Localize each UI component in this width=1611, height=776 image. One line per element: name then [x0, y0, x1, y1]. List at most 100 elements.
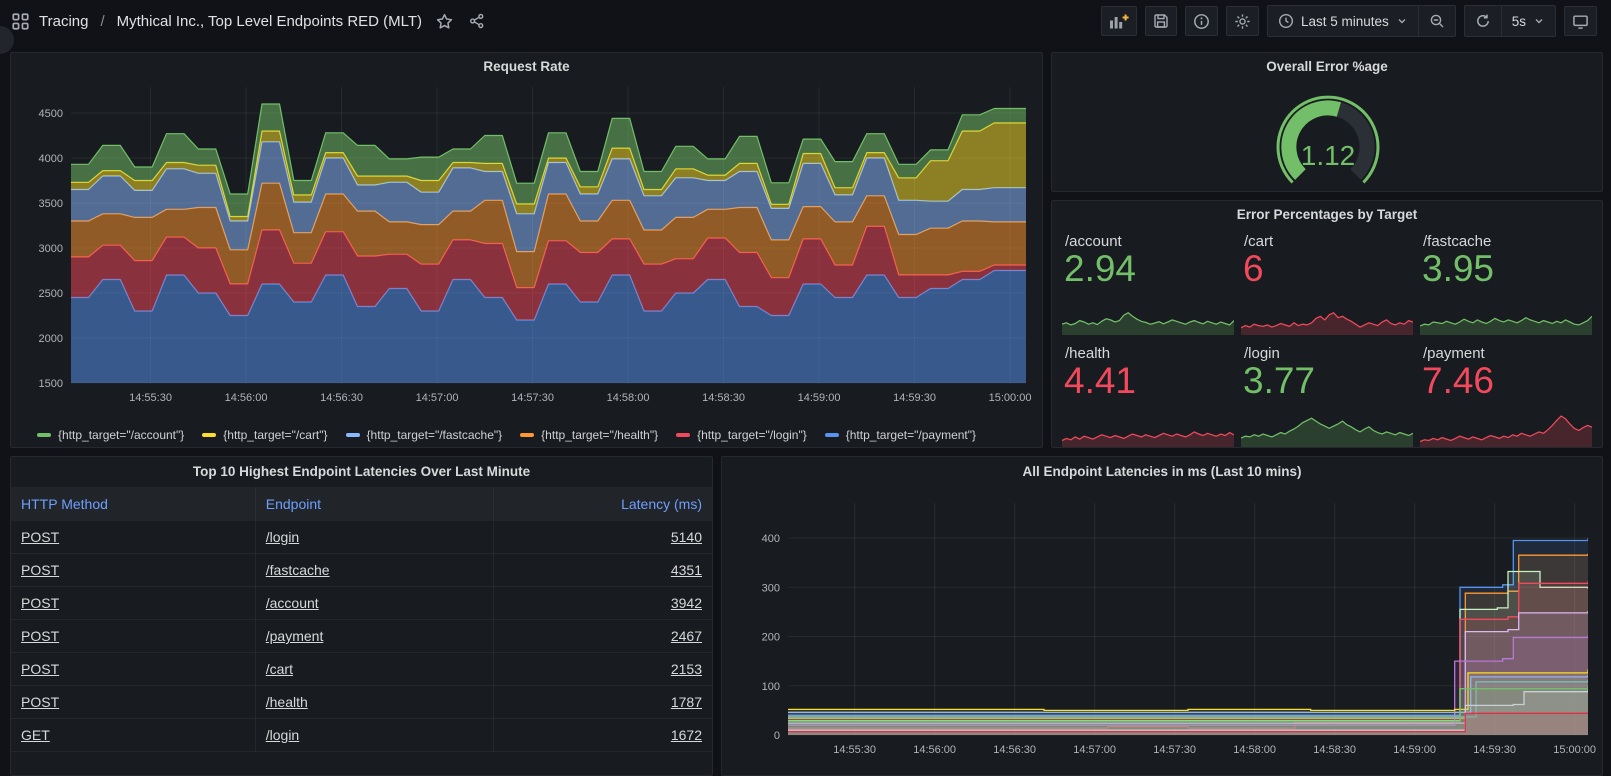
table-link[interactable]: /account [266, 595, 319, 611]
table-link[interactable]: 2467 [671, 628, 702, 644]
stat-account: /account2.94 [1062, 231, 1234, 335]
table-link[interactable]: POST [21, 529, 59, 545]
table-row: GET/login 1672 [11, 719, 712, 752]
latency-table: HTTP MethodEndpointLatency (ms) POST/log… [11, 487, 712, 752]
legend-label: {http_target="/fastcache"} [367, 428, 503, 442]
table-link[interactable]: /cart [266, 661, 293, 677]
table-link[interactable]: 5140 [671, 529, 702, 545]
table-link[interactable]: 3942 [671, 595, 702, 611]
add-panel-button[interactable] [1101, 6, 1137, 36]
legend-label: {http_target="/payment"} [846, 428, 976, 442]
zoom-out-icon [1429, 13, 1445, 29]
table-link[interactable]: 2153 [671, 661, 702, 677]
cell-method: GET [11, 719, 255, 752]
y-axis-tick: 4500 [39, 108, 63, 120]
error-gauge: 1.12 [1253, 85, 1403, 189]
stat-value: 7.46 [1422, 362, 1592, 400]
stat-fastcache: /fastcache3.95 [1420, 231, 1592, 335]
y-axis-tick: 100 [762, 681, 780, 693]
x-axis-tick: 14:55:30 [129, 392, 172, 404]
refresh-interval-picker[interactable]: 5s [1501, 6, 1555, 36]
table-link[interactable]: POST [21, 562, 59, 578]
column-header-latency-ms-[interactable]: Latency (ms) [494, 487, 713, 521]
legend-swatch [520, 433, 534, 437]
x-axis-tick: 14:59:00 [1393, 744, 1436, 756]
dashboard-insights-button[interactable] [1185, 6, 1218, 36]
cell-method: POST [11, 653, 255, 686]
table-link[interactable]: POST [21, 661, 59, 677]
add-panel-icon [1109, 13, 1129, 30]
clock-icon [1278, 13, 1294, 29]
table-link[interactable]: /payment [266, 628, 324, 644]
stat-sparkline [1062, 409, 1234, 447]
save-icon [1153, 13, 1169, 29]
panel-title[interactable]: All Endpoint Latencies in ms (Last 10 mi… [722, 457, 1602, 487]
x-axis-tick: 15:00:00 [989, 392, 1032, 404]
table-link[interactable]: POST [21, 694, 59, 710]
panel-request-rate: Request Rate 150020002500300035004000450… [10, 52, 1043, 448]
stat-sparkline [1420, 409, 1592, 447]
breadcrumb-app[interactable]: Tracing [39, 13, 88, 30]
legend-label: {http_target="/cart"} [223, 428, 327, 442]
legend-item[interactable]: {http_target="/payment"} [825, 428, 976, 442]
zoom-out-time-button[interactable] [1418, 6, 1455, 36]
legend-item[interactable]: {http_target="/fastcache"} [346, 428, 503, 442]
table-link[interactable]: 1672 [671, 727, 702, 743]
table-link[interactable]: /login [266, 727, 299, 743]
table-link[interactable]: POST [21, 595, 59, 611]
refresh-button[interactable] [1465, 6, 1501, 36]
x-axis-tick: 14:56:00 [913, 744, 956, 756]
table-row: POST/login 5140 [11, 521, 712, 554]
breadcrumb: Tracing / Mythical Inc., Top Level Endpo… [12, 13, 485, 30]
time-range-picker[interactable]: Last 5 minutes [1268, 6, 1418, 36]
legend-swatch [37, 433, 51, 437]
table-link[interactable]: /fastcache [266, 562, 330, 578]
grafana-dashboard: Tracing / Mythical Inc., Top Level Endpo… [0, 0, 1611, 776]
table-link[interactable]: GET [21, 727, 50, 743]
stat-target-label: /cart [1244, 233, 1413, 250]
star-icon[interactable] [436, 13, 453, 30]
panel-title[interactable]: Error Percentages by Target [1052, 201, 1602, 228]
request-rate-chart[interactable]: 150020002500300035004000450014:55:3014:5… [19, 81, 1034, 417]
x-axis-tick: 14:59:00 [798, 392, 841, 404]
legend-item[interactable]: {http_target="/health"} [520, 428, 658, 442]
y-axis-tick: 0 [774, 730, 780, 742]
latency-chart[interactable]: 010020030040014:55:3014:56:0014:56:3014:… [730, 491, 1596, 773]
y-axis-tick: 3500 [39, 198, 63, 210]
legend-item[interactable]: {http_target="/account"} [37, 428, 184, 442]
stat-value: 2.94 [1064, 250, 1234, 288]
y-axis-tick: 4000 [39, 153, 63, 165]
share-icon[interactable] [469, 13, 485, 29]
panel-error-percentages: Error Percentages by Target /account2.94… [1051, 200, 1603, 448]
x-axis-tick: 14:57:30 [1153, 744, 1196, 756]
panel-title[interactable]: Request Rate [11, 53, 1042, 80]
legend-label: {http_target="/login"} [697, 428, 807, 442]
cell-endpoint: /account [255, 587, 493, 620]
panel-title[interactable]: Overall Error %age [1052, 53, 1602, 80]
cell-latency: 1787 [494, 686, 713, 719]
cell-method: POST [11, 554, 255, 587]
panel-title[interactable]: Top 10 Highest Endpoint Latencies Over L… [11, 457, 712, 487]
stat-value: 3.77 [1243, 362, 1413, 400]
table-link[interactable]: /health [266, 694, 308, 710]
table-row: POST/health 1787 [11, 686, 712, 719]
stat-sparkline [1241, 409, 1413, 447]
stat-login: /login3.77 [1241, 343, 1413, 447]
legend-item[interactable]: {http_target="/login"} [676, 428, 807, 442]
legend-item[interactable]: {http_target="/cart"} [202, 428, 327, 442]
table-link[interactable]: 4351 [671, 562, 702, 578]
table-link[interactable]: POST [21, 628, 59, 644]
save-dashboard-button[interactable] [1145, 6, 1177, 36]
apps-grid-icon[interactable] [12, 13, 29, 30]
column-header-endpoint[interactable]: Endpoint [255, 487, 493, 521]
table-link[interactable]: 1787 [671, 694, 702, 710]
legend-swatch [825, 433, 839, 437]
tv-mode-button[interactable] [1564, 6, 1597, 36]
column-header-http-method[interactable]: HTTP Method [11, 487, 255, 521]
chevron-down-icon [1533, 15, 1545, 27]
table-link[interactable]: /login [266, 529, 299, 545]
stat-value: 6 [1243, 250, 1413, 288]
legend-swatch [346, 433, 360, 437]
dashboard-settings-button[interactable] [1226, 6, 1259, 36]
dashboard-toolbar: Last 5 minutes [1101, 5, 1597, 37]
